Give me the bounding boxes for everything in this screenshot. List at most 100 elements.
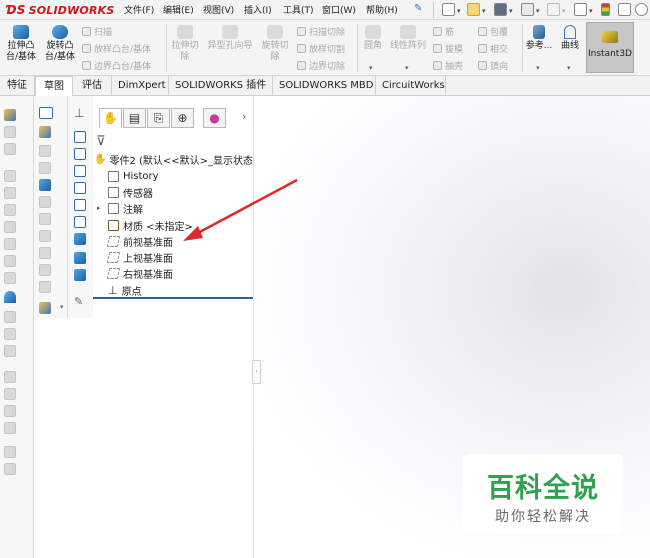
isometric-view-icon[interactable]	[74, 233, 86, 245]
sketch-tool-icon[interactable]	[39, 264, 51, 276]
back-view-icon[interactable]	[74, 148, 86, 160]
menu-tools[interactable]: 工具(T)	[283, 3, 314, 16]
configuration-manager-tab-icon[interactable]: ⎘	[147, 108, 170, 128]
menu-help[interactable]: 帮助(H)	[366, 3, 398, 16]
sketch-tool-icon[interactable]	[4, 272, 16, 284]
new-document-icon[interactable]	[442, 3, 455, 16]
fillet-button[interactable]: 圆角	[360, 23, 386, 73]
extrude-cut-button[interactable]: 拉伸切除	[170, 23, 200, 73]
dimetric-view-icon[interactable]	[74, 269, 86, 281]
pin-icon[interactable]: ✎	[414, 3, 422, 14]
sketch-tool-icon[interactable]	[39, 162, 51, 174]
sketch-tool-icon[interactable]	[4, 446, 16, 458]
trimetric-view-icon[interactable]	[74, 252, 86, 264]
sketch-tool-icon[interactable]	[4, 371, 16, 383]
boundary-cut-button[interactable]: 边界切除	[297, 57, 345, 73]
3d-sketch-icon[interactable]	[39, 107, 53, 119]
rebuild-traffic-light-icon[interactable]	[601, 3, 610, 16]
open-folder-icon[interactable]	[467, 3, 480, 16]
menu-insert[interactable]: 插入(I)	[244, 3, 272, 16]
sketch-tool-icon[interactable]	[4, 463, 16, 475]
tree-item-top-plane[interactable]: 上视基准面	[106, 249, 269, 265]
quick-snaps-dropdown-arrow[interactable]: ▾	[60, 303, 64, 311]
top-view-icon[interactable]	[74, 199, 86, 211]
print-icon[interactable]	[521, 3, 534, 16]
revolve-cut-button[interactable]: 旋转切除	[259, 23, 291, 73]
mirror-button[interactable]: 镜向	[478, 57, 508, 73]
tab-sketch[interactable]: 草图	[35, 76, 73, 96]
instant3d-button[interactable]: Instant3D	[586, 22, 634, 73]
property-manager-tab-icon[interactable]: ▤	[123, 108, 146, 128]
tab-circuitworks[interactable]: CircuitWorks	[376, 76, 446, 96]
tab-features[interactable]: 特征	[0, 76, 35, 96]
sketch-tool-icon[interactable]	[4, 422, 16, 434]
sketch-tool-icon[interactable]	[39, 213, 51, 225]
bottom-view-icon[interactable]	[74, 216, 86, 228]
options-gear-icon[interactable]	[635, 3, 648, 16]
sketch-tool-icon[interactable]	[4, 238, 16, 250]
hole-wizard-button[interactable]: 异型孔向导	[204, 23, 256, 73]
boundary-boss-button[interactable]: 边界凸台/基体	[82, 57, 151, 73]
dimxpert-manager-tab-icon[interactable]: ⊕	[171, 108, 194, 128]
pencil-icon[interactable]: ✎	[74, 295, 83, 308]
tree-item-annotations[interactable]: ▸ 注解	[97, 200, 258, 216]
revolve-boss-button[interactable]: 旋转凸台/基体	[42, 23, 78, 73]
tree-root-part[interactable]: ✋ 零件2 (默认<<默认>_显示状态	[94, 151, 255, 167]
fillet-dropdown-arrow[interactable]: ▾	[369, 64, 373, 72]
sketch-tool-icon[interactable]	[4, 126, 16, 138]
rib-button[interactable]: 筋	[433, 23, 454, 39]
front-view-icon[interactable]	[74, 131, 86, 143]
menu-window[interactable]: 窗口(W)	[322, 3, 356, 16]
sketch-tool-icon[interactable]	[4, 255, 16, 267]
tree-item-history[interactable]: History	[108, 168, 269, 184]
select-dropdown-arrow[interactable]: ▾	[589, 7, 593, 15]
feature-manager-tab-icon[interactable]: ✋	[99, 108, 122, 128]
sketch-tool-icon[interactable]	[4, 170, 16, 182]
tab-evaluate[interactable]: 评估	[73, 76, 112, 96]
chevron-right-icon[interactable]: ›	[242, 110, 246, 123]
sketch-tool-icon[interactable]	[4, 388, 16, 400]
smart-dimension-icon[interactable]	[4, 109, 16, 121]
sketch-tool-icon[interactable]	[4, 345, 16, 357]
sketch-icon[interactable]	[39, 126, 51, 138]
right-view-icon[interactable]	[74, 182, 86, 194]
quick-snaps-icon[interactable]	[39, 302, 51, 314]
shell-button[interactable]: 抽壳	[433, 57, 463, 73]
lofted-cut-button[interactable]: 放样切割	[297, 40, 345, 56]
sketch-tool-icon[interactable]	[4, 221, 16, 233]
expand-arrow-icon[interactable]: ▸	[97, 204, 105, 212]
tree-item-material[interactable]: 材质 <未指定>	[108, 217, 269, 233]
mirror-entities-icon[interactable]	[4, 291, 16, 303]
3d-view-icon[interactable]	[39, 179, 51, 191]
undo-dropdown-arrow[interactable]: ▾	[562, 7, 566, 15]
coordinate-axes-icon[interactable]: ⊥	[74, 106, 84, 120]
print-dropdown-arrow[interactable]: ▾	[536, 7, 540, 15]
panel-collapse-handle[interactable]: ›	[252, 360, 261, 384]
tab-dimxpert[interactable]: DimXpert	[112, 76, 169, 96]
extrude-boss-button[interactable]: 拉伸凸台/基体	[3, 23, 39, 73]
tree-item-front-plane[interactable]: 前视基准面	[106, 233, 269, 249]
menu-edit[interactable]: 编辑(E)	[163, 3, 194, 16]
menu-file[interactable]: 文件(F)	[124, 3, 154, 16]
sketch-tool-icon[interactable]	[39, 230, 51, 242]
sketch-tool-icon[interactable]	[39, 145, 51, 157]
sketch-tool-icon[interactable]	[4, 405, 16, 417]
save-dropdown-arrow[interactable]: ▾	[509, 7, 513, 15]
wrap-button[interactable]: 包覆	[478, 23, 508, 39]
sketch-tool-icon[interactable]	[4, 143, 16, 155]
sketch-tool-icon[interactable]	[4, 187, 16, 199]
open-dropdown-arrow[interactable]: ▾	[482, 7, 486, 15]
file-properties-icon[interactable]	[618, 3, 631, 16]
sketch-tool-icon[interactable]	[4, 328, 16, 340]
reference-dropdown-arrow[interactable]: ▾	[536, 64, 540, 72]
sketch-tool-icon[interactable]	[39, 196, 51, 208]
left-view-icon[interactable]	[74, 165, 86, 177]
sweep-button[interactable]: 扫描	[82, 23, 112, 39]
sketch-tool-icon[interactable]	[4, 204, 16, 216]
display-manager-tab-icon[interactable]: ●	[203, 108, 226, 128]
tab-solidworks-addins[interactable]: SOLIDWORKS 插件	[169, 76, 273, 96]
sketch-tool-icon[interactable]	[39, 281, 51, 293]
filter-icon[interactable]: ⊽	[96, 134, 106, 149]
tab-solidworks-mbd[interactable]: SOLIDWORKS MBD	[273, 76, 376, 96]
tree-item-origin[interactable]: ⊥ 原点	[108, 282, 269, 298]
